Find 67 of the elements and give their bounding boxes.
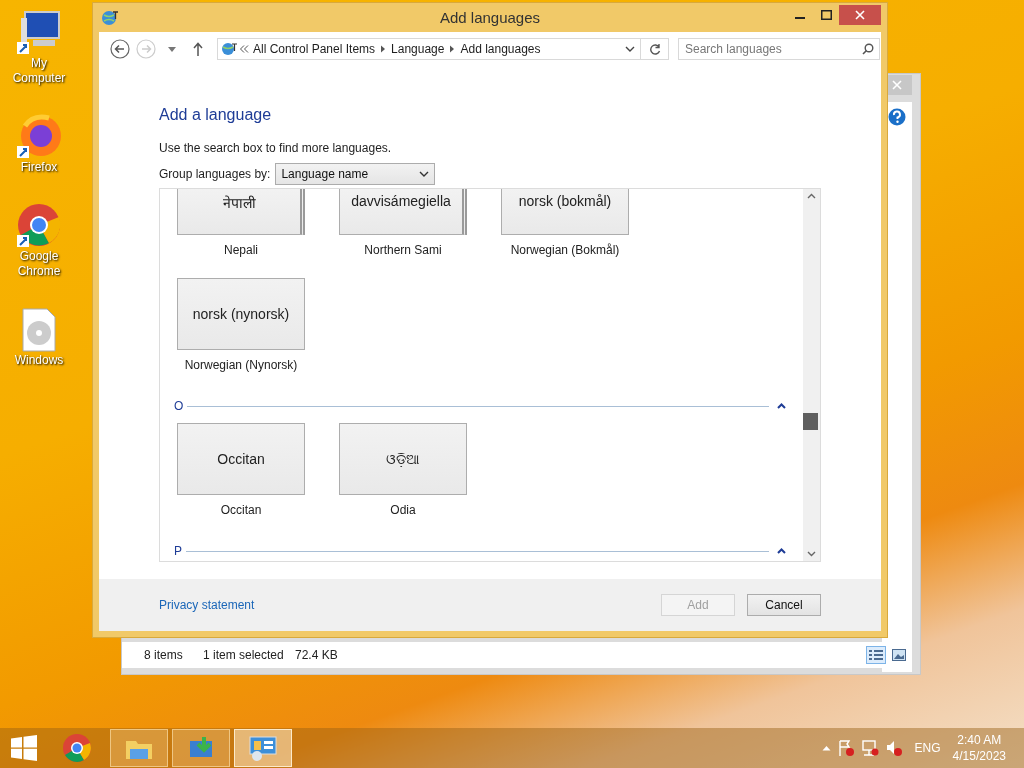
- view-button[interactable]: [889, 646, 909, 664]
- selection-info: 1 item selected: [203, 648, 285, 662]
- language-name: Northern Sami: [364, 243, 442, 257]
- language-tile[interactable]: Occitan: [177, 423, 305, 495]
- breadcrumb[interactable]: Language: [387, 42, 449, 56]
- instruction-text: Use the search box to find more languages.: [159, 141, 393, 155]
- taskbar-button[interactable]: [234, 729, 292, 767]
- up-arrow-icon: [193, 42, 203, 56]
- window-title: Add languages: [439, 9, 541, 26]
- image-view-icon: [892, 649, 906, 661]
- collapse-caret-icon[interactable]: [777, 548, 786, 554]
- group-header[interactable]: O: [174, 399, 188, 413]
- help-icon[interactable]: [888, 108, 906, 126]
- language-tile[interactable]: norsk (nynorsk): [177, 278, 305, 350]
- flag-icon[interactable]: [836, 739, 855, 757]
- browser-icon: [15, 114, 63, 160]
- scroll-down-icon[interactable]: [807, 551, 816, 557]
- page-heading: Add a language: [159, 106, 273, 124]
- show-hidden-icons-icon[interactable]: [821, 745, 831, 751]
- double-chevron-icon: [239, 45, 249, 53]
- scroll-thumb[interactable]: [803, 413, 818, 430]
- search-icon: [862, 43, 874, 55]
- breadcrumb[interactable]: All Control Panel Items: [249, 42, 380, 56]
- scrollbar[interactable]: [803, 189, 820, 561]
- language-tile[interactable]: ଓଡ଼ିଆ: [339, 423, 467, 495]
- close-icon: [855, 9, 865, 20]
- minimize-icon: [795, 16, 805, 19]
- language-tile[interactable]: davvisámegiella: [339, 189, 467, 235]
- browser-icon: [15, 203, 63, 249]
- view-button[interactable]: [866, 646, 886, 664]
- group-header[interactable]: P: [174, 544, 186, 558]
- language-tile[interactable]: norsk (bokmål): [501, 189, 629, 235]
- back-button[interactable]: [107, 37, 133, 61]
- group-by-label: Group languages by:: [159, 167, 271, 181]
- globe-icon: [101, 8, 119, 27]
- maximize-icon: [820, 9, 832, 20]
- file-size: 72.4 KB: [295, 648, 339, 662]
- language-tile[interactable]: नेपाली: [177, 189, 305, 235]
- globe-icon: [221, 41, 237, 57]
- refresh-button[interactable]: [641, 38, 669, 60]
- address-bar[interactable]: All Control Panel Items Language Add languages: [217, 38, 641, 60]
- network-icon[interactable]: [860, 739, 879, 757]
- computer-icon: [15, 10, 63, 56]
- group-by-dropdown[interactable]: Language name: [275, 163, 436, 185]
- search-field[interactable]: Search languages: [678, 38, 880, 60]
- breadcrumb[interactable]: Add languages: [456, 42, 545, 56]
- refresh-icon: [648, 43, 661, 55]
- chevron-down-icon: [419, 171, 430, 177]
- speaker-muted-icon[interactable]: [884, 739, 903, 757]
- browser-icon: [62, 733, 92, 763]
- caret-icon: [168, 46, 176, 52]
- scroll-up-icon[interactable]: [807, 193, 816, 199]
- details-view-icon: [869, 649, 883, 661]
- language-name: Nepali: [224, 243, 258, 257]
- chevron-down-icon: [625, 46, 635, 52]
- dialog-button[interactable]: Cancel: [747, 594, 821, 616]
- language-name: Occitan: [220, 503, 262, 517]
- close-icon: [892, 80, 902, 90]
- privacy-link[interactable]: Privacy statement: [159, 598, 649, 612]
- windows-logo-icon: [11, 735, 37, 761]
- language-name: Norwegian (Nynorsk): [184, 358, 298, 372]
- collapse-caret-icon[interactable]: [777, 403, 786, 409]
- taskbar-button[interactable]: [172, 729, 230, 767]
- language-name: Norwegian (Bokmål): [510, 243, 620, 257]
- language-name: Odia: [390, 503, 416, 517]
- item-count: 8 items: [144, 648, 184, 662]
- control-panel-icon: [247, 734, 279, 762]
